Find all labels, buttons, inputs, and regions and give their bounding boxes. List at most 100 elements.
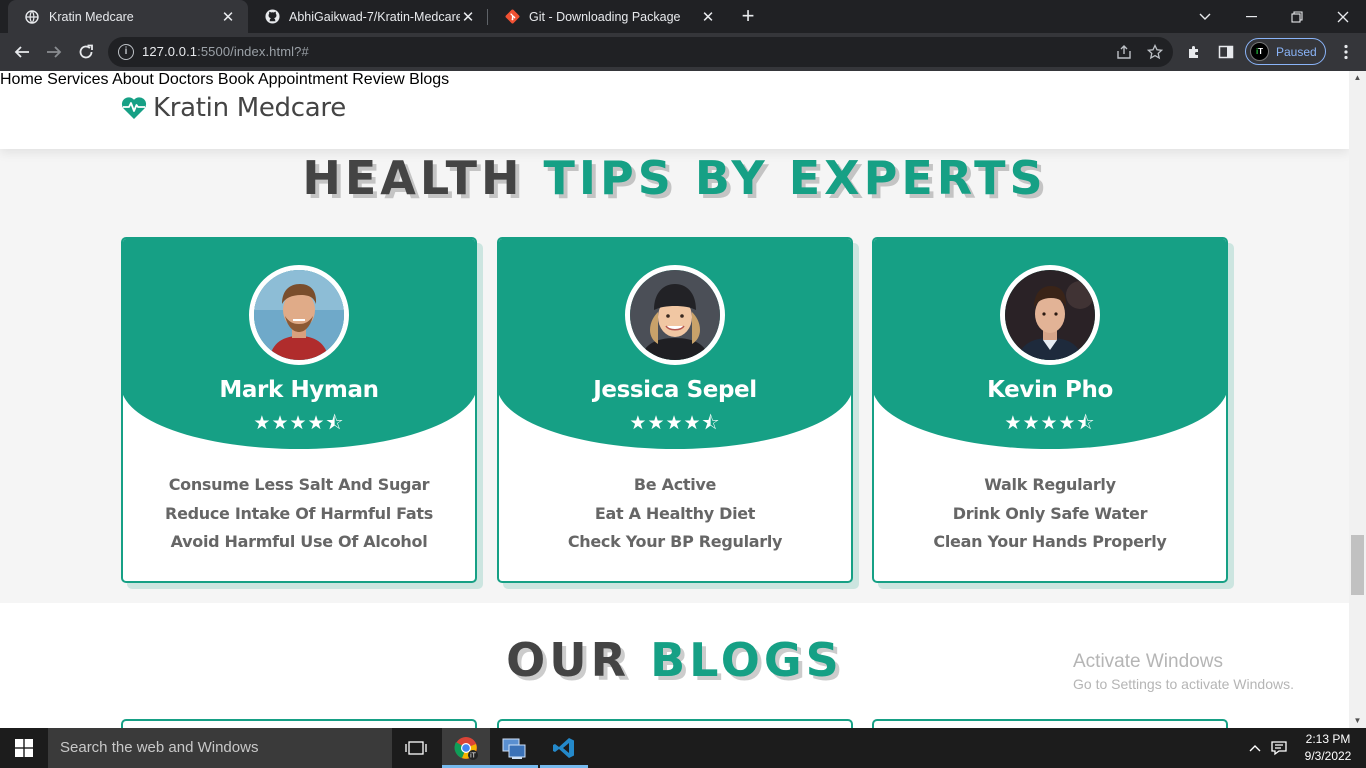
expert-name: Jessica Sepel xyxy=(593,377,757,403)
close-icon[interactable]: ✕ xyxy=(220,8,236,26)
nav-book-appointment[interactable]: Book Appointment xyxy=(218,71,348,88)
tab-title: Kratin Medcare xyxy=(49,9,134,24)
heartbeat-icon xyxy=(121,97,147,119)
blog-card[interactable] xyxy=(121,719,477,728)
restore-button[interactable] xyxy=(1274,0,1320,33)
extensions-puzzle-icon[interactable] xyxy=(1180,38,1208,66)
profile-status: Paused xyxy=(1276,44,1317,59)
share-icon[interactable] xyxy=(1110,38,1138,66)
url-host: 127.0.0.1 xyxy=(142,44,198,59)
star-rating: ★★★★⯪ xyxy=(629,413,721,434)
browser-tab-bar: Kratin Medcare ✕ AbhiGaikwad-7/Kratin-Me… xyxy=(0,0,1366,33)
activation-title: Activate Windows xyxy=(1073,651,1223,672)
main-nav: Home Services About Doctors Book Appoint… xyxy=(0,71,1349,89)
show-hidden-icons-chevron-icon[interactable] xyxy=(1244,728,1266,768)
forward-arrow-icon[interactable] xyxy=(40,38,68,66)
list-item: Reduce Intake Of Harmful Fats xyxy=(165,503,433,523)
blog-card[interactable] xyxy=(872,719,1228,728)
avatar: iT xyxy=(1250,42,1269,61)
windows-start-icon[interactable] xyxy=(0,728,48,768)
tab-git-download[interactable]: Git - Downloading Package ✕ xyxy=(488,0,728,33)
expert-name: Kevin Pho xyxy=(987,377,1113,403)
expert-card: Kevin Pho ★★★★⯪ Walk Regularly Drink Onl… xyxy=(872,237,1228,583)
tips-list: Consume Less Salt And Sugar Reduce Intak… xyxy=(123,475,475,561)
close-window-button[interactable] xyxy=(1320,0,1366,33)
task-view-icon[interactable] xyxy=(392,728,440,768)
list-item: Check Your BP Regularly xyxy=(567,532,783,551)
tips-list: Be Active Eat A Healthy Diet Check Your … xyxy=(499,475,851,561)
site-logo[interactable]: Kratin Medcare xyxy=(121,93,346,123)
windows-activation-watermark: Activate Windows Go to Settings to activ… xyxy=(1073,651,1294,692)
tab-search-icon[interactable] xyxy=(1182,0,1228,33)
expert-photo xyxy=(249,265,349,365)
reload-icon[interactable] xyxy=(72,38,100,66)
nav-about[interactable]: About xyxy=(112,71,154,88)
expert-photo xyxy=(625,265,725,365)
nav-home[interactable]: Home xyxy=(0,71,43,88)
profile-button[interactable]: iT Paused xyxy=(1245,38,1326,65)
system-clock[interactable]: 2:13 PM 9/3/2022 xyxy=(1300,731,1356,765)
heading-accent-part: BLOGS xyxy=(650,633,843,687)
tab-github-repo[interactable]: AbhiGaikwad-7/Kratin-Medcare ✕ xyxy=(248,0,488,33)
expert-photo xyxy=(1000,265,1100,365)
heading-accent-part: TIPS BY EXPERTS xyxy=(543,151,1047,205)
scroll-down-arrow-icon[interactable]: ▼ xyxy=(1349,714,1366,728)
url-path: :5500/index.html?# xyxy=(197,44,309,59)
tips-list: Walk Regularly Drink Only Safe Water Cle… xyxy=(874,475,1226,561)
expert-name: Mark Hyman xyxy=(219,377,379,403)
side-panel-icon[interactable] xyxy=(1212,38,1240,66)
expert-card: Mark Hyman ★★★★⯪ Consume Less Salt And S… xyxy=(121,237,477,583)
globe-icon xyxy=(24,9,40,25)
network-app-icon[interactable] xyxy=(490,728,538,768)
bookmark-star-icon[interactable] xyxy=(1141,38,1169,66)
logo-text: Kratin Medcare xyxy=(153,93,346,123)
list-item: Consume Less Salt And Sugar xyxy=(168,475,430,494)
blog-card[interactable] xyxy=(497,719,853,728)
list-item: Avoid Harmful Use Of Alcohol xyxy=(170,532,428,551)
more-menu-icon[interactable] xyxy=(1332,38,1360,66)
heading-dark-part: HEALTH xyxy=(302,151,524,205)
nav-doctors[interactable]: Doctors xyxy=(158,71,213,88)
nav-review[interactable]: Review xyxy=(352,71,404,88)
nav-blogs[interactable]: Blogs xyxy=(409,71,449,88)
info-icon[interactable]: i xyxy=(118,44,134,60)
url-text: 127.0.0.1:5500/index.html?# xyxy=(142,44,309,59)
taskbar-search-input[interactable]: Search the web and Windows xyxy=(48,728,392,768)
list-item: Be Active xyxy=(633,475,717,494)
heading-dark-part: OUR xyxy=(506,633,631,687)
back-arrow-icon[interactable] xyxy=(8,38,36,66)
expert-card: Jessica Sepel ★★★★⯪ Be Active Eat A Heal… xyxy=(497,237,853,583)
star-rating: ★★★★⯪ xyxy=(1004,413,1096,434)
site-header: Kratin Medcare Home Services About Docto… xyxy=(0,71,1349,149)
windows-taskbar: Search the web and Windows iT 2:13 PM 9/… xyxy=(0,728,1366,768)
new-tab-button[interactable]: + xyxy=(736,4,760,28)
section-heading-health-tips: HEALTH TIPS BY EXPERTS xyxy=(0,151,1349,205)
clock-date: 9/3/2022 xyxy=(1304,749,1352,763)
activation-subtitle: Go to Settings to activate Windows. xyxy=(1073,676,1294,692)
list-item: Drink Only Safe Water xyxy=(952,503,1148,523)
nav-services[interactable]: Services xyxy=(47,71,108,88)
page-scrollbar[interactable]: ▲ ▼ xyxy=(1349,71,1366,728)
vscode-icon[interactable] xyxy=(540,728,588,768)
close-icon[interactable]: ✕ xyxy=(460,8,476,26)
list-item: Walk Regularly xyxy=(984,475,1116,494)
svg-text:iT: iT xyxy=(470,753,477,760)
browser-toolbar: i 127.0.0.1:5500/index.html?# iT Paused xyxy=(0,33,1366,71)
scrollbar-thumb[interactable] xyxy=(1351,535,1364,595)
close-icon[interactable]: ✕ xyxy=(700,8,716,26)
list-item: Eat A Healthy Diet xyxy=(594,503,756,523)
clock-time: 2:13 PM xyxy=(1305,732,1351,746)
page-viewport: Kratin Medcare Home Services About Docto… xyxy=(0,71,1349,728)
tab-kratin-medcare[interactable]: Kratin Medcare ✕ xyxy=(8,0,248,33)
action-center-icon[interactable] xyxy=(1266,728,1292,768)
tab-title: Git - Downloading Package xyxy=(529,9,681,24)
star-rating: ★★★★⯪ xyxy=(253,413,345,434)
git-icon xyxy=(504,9,520,25)
address-bar[interactable]: i 127.0.0.1:5500/index.html?# xyxy=(108,37,1173,67)
list-item: Clean Your Hands Properly xyxy=(933,532,1167,551)
scroll-up-arrow-icon[interactable]: ▲ xyxy=(1349,71,1366,85)
minimize-button[interactable] xyxy=(1228,0,1274,33)
chrome-taskbar-icon[interactable]: iT xyxy=(442,728,490,768)
tab-title: AbhiGaikwad-7/Kratin-Medcare xyxy=(289,9,460,24)
github-icon xyxy=(264,9,280,25)
